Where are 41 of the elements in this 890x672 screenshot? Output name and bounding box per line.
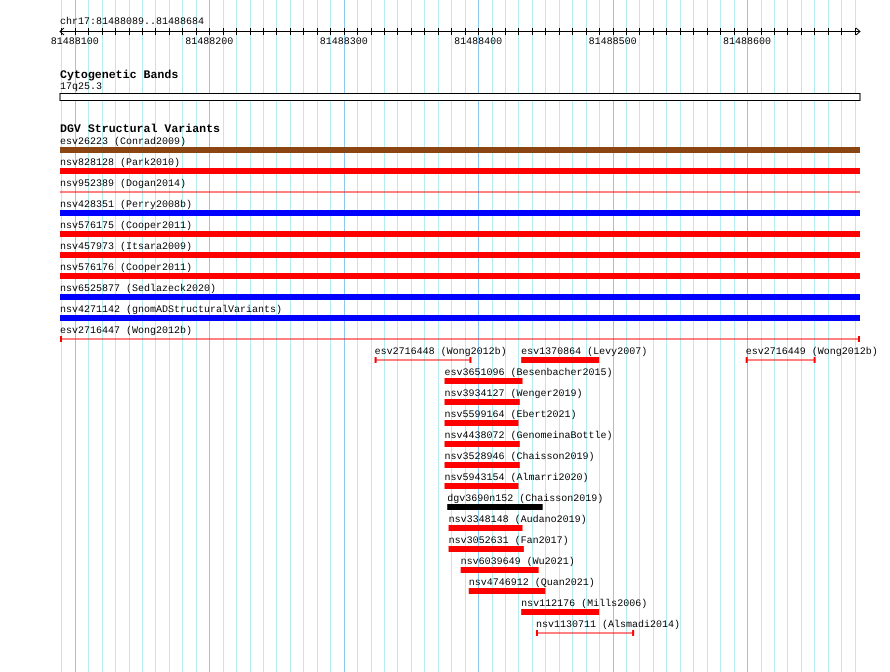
feature-label: nsv6039649 (Wu2021)	[460, 557, 575, 568]
feature-label: nsv428351 (Perry2008b)	[60, 200, 192, 211]
band-label: 17q25.3	[60, 82, 102, 93]
feature-bar[interactable]	[374, 357, 472, 363]
feature-label: esv1370864 (Levy2007)	[521, 347, 648, 358]
feature-label: nsv457973 (Itsara2009)	[60, 242, 192, 253]
feature-label: dgv3690n152 (Chaisson2019)	[447, 494, 604, 505]
feature-label: nsv4438072 (GenomeinaBottle)	[444, 431, 613, 442]
feature-label: nsv5599164 (Ebert2021)	[444, 410, 577, 421]
feature-label: nsv3052631 (Fan2017)	[448, 536, 569, 547]
feature-label: nsv952389 (Dogan2014)	[60, 179, 186, 190]
tick-label: 81488600	[723, 37, 772, 48]
feature-label: esv26223 (Conrad2009)	[60, 137, 186, 148]
feature-label: nsv4271142 (gnomADStructuralVariants)	[60, 305, 282, 316]
tick-label: 81488300	[320, 37, 368, 48]
tick-label: 81488100	[50, 37, 99, 48]
tick-label: 81488400	[454, 37, 502, 48]
track-title: Cytogenetic Bands	[60, 69, 178, 82]
feature-label: nsv3348148 (Audano2019)	[448, 515, 587, 526]
feature-bar[interactable]	[746, 357, 816, 363]
feature-label: nsv1130711 (Alsmadi2014)	[536, 620, 680, 631]
feature-label: nsv6525877 (Sedlazeck2020)	[60, 284, 216, 295]
feature-label: nsv576176 (Cooper2011)	[60, 263, 192, 274]
feature-label: esv2716448 (Wong2012b)	[374, 347, 507, 358]
feature-bar[interactable]	[60, 336, 860, 342]
feature-label: esv2716447 (Wong2012b)	[60, 326, 192, 337]
feature-label: nsv828128 (Park2010)	[60, 158, 180, 169]
feature-label: nsv5943154 (Almarri2020)	[444, 473, 589, 484]
cytoband-bar[interactable]	[60, 93, 860, 101]
feature-label: nsv4746912 (Quan2021)	[468, 578, 595, 589]
feature-label: esv3651096 (Besenbacher2015)	[444, 368, 613, 379]
feature-bar[interactable]	[536, 630, 634, 636]
track-title: DGV Structural Variants	[60, 123, 220, 136]
feature-label: esv2716449 (Wong2012b)	[746, 347, 878, 358]
feature-label: nsv3934127 (Wenger2019)	[444, 389, 583, 400]
feature-label: nsv3528946 (Chaisson2019)	[444, 452, 595, 463]
location-label: chr17:81488089..81488684	[60, 17, 204, 28]
tick-label: 81488200	[185, 37, 234, 48]
feature-label: nsv576175 (Cooper2011)	[60, 221, 192, 232]
tick-label: 81488500	[588, 37, 637, 48]
feature-label: nsv112176 (Mills2006)	[521, 599, 648, 610]
